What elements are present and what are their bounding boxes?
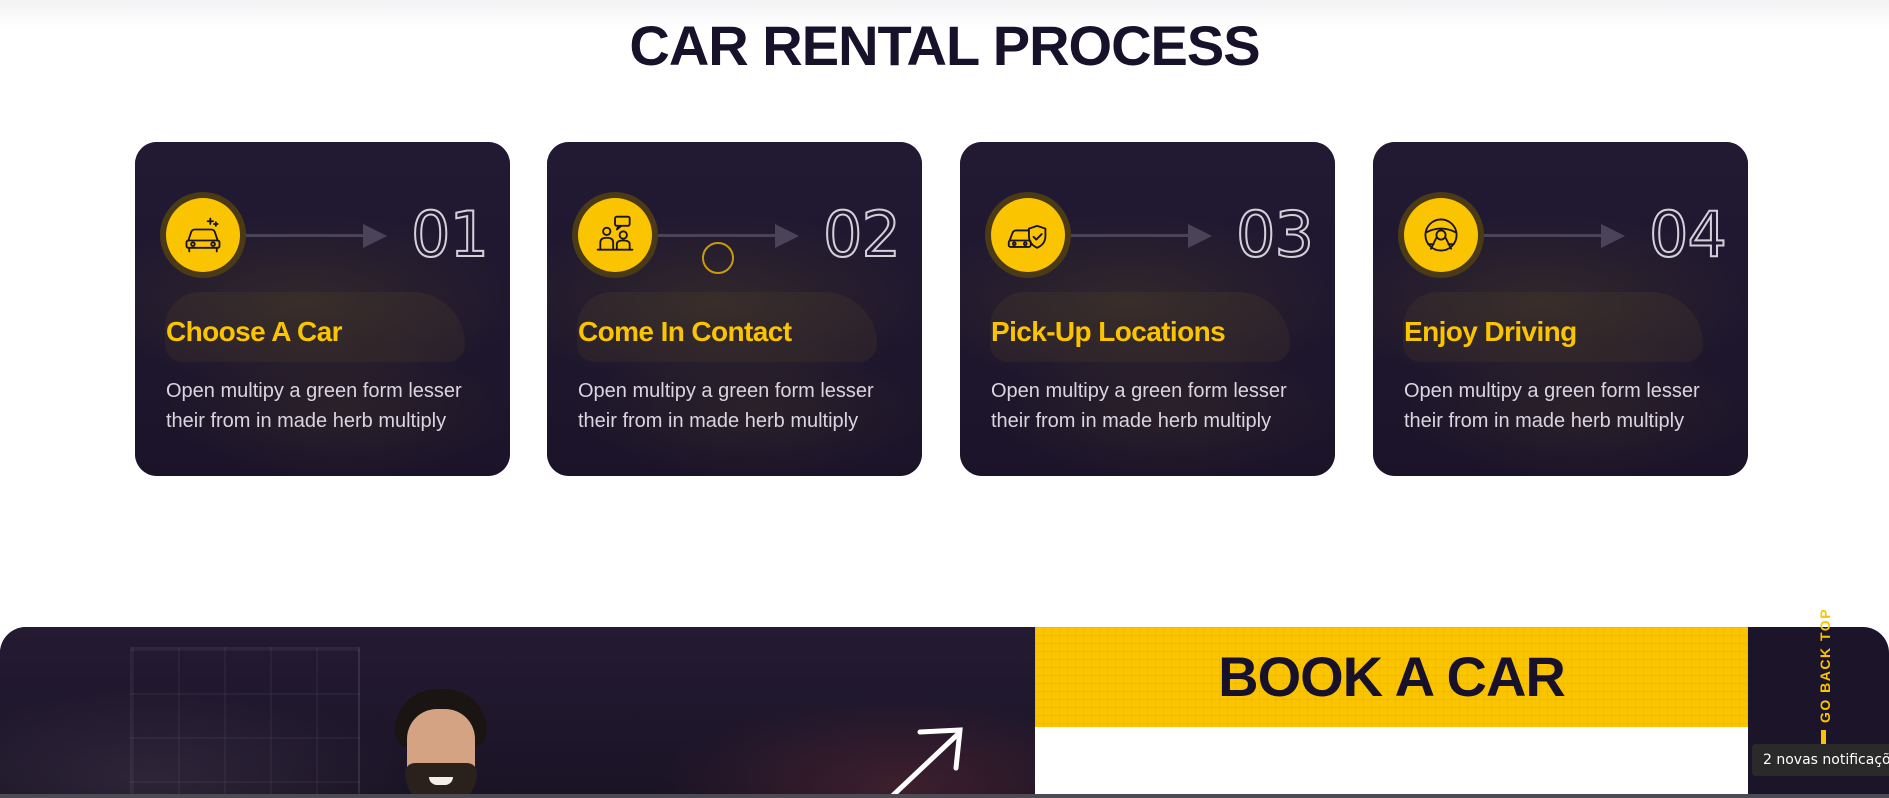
- section-title: CAR RENTAL PROCESS: [629, 14, 1260, 77]
- notification-toast[interactable]: 2 novas notificações: [1752, 744, 1889, 776]
- go-back-top-label: GO BACK TOP: [1817, 607, 1833, 723]
- step-number: 01: [410, 198, 490, 271]
- step-arrow-head: [363, 224, 387, 248]
- book-form-panel: BOOK A CAR: [1035, 627, 1748, 798]
- step-number: 02: [822, 198, 902, 271]
- go-back-top-button[interactable]: GO BACK TOP: [1810, 605, 1840, 745]
- step-description: Open multipy a green form lesser their f…: [578, 380, 874, 432]
- step-arrow-line: [246, 234, 365, 237]
- car-shield-icon: [1007, 224, 1047, 249]
- step-arrow-line: [658, 234, 777, 237]
- background-shelf: [130, 647, 360, 797]
- person-photo: [395, 689, 487, 798]
- step-number: 04: [1648, 198, 1728, 271]
- diagonal-arrow-icon: [886, 727, 963, 798]
- step-title: Choose A Car: [166, 316, 342, 347]
- bottom-divider: [0, 794, 1889, 798]
- process-card-3: 03 Pick-Up Locations Open multipy a gree…: [960, 142, 1335, 476]
- step-description: Open multipy a green form lesser their f…: [991, 380, 1287, 432]
- car-sparkle-icon: [185, 217, 221, 253]
- step-title: Enjoy Driving: [1404, 316, 1577, 347]
- step-title: Come In Contact: [578, 316, 792, 347]
- step-icon-ring: [160, 192, 246, 278]
- book-title: BOOK A CAR: [1218, 645, 1566, 708]
- step-title: Pick-Up Locations: [991, 316, 1226, 347]
- process-cards: 01 Choose A Car Open multipy a green for…: [135, 142, 1748, 476]
- step-arrow-head: [1601, 224, 1625, 248]
- steering-wheel-icon: [1424, 218, 1458, 252]
- step-description: Open multipy a green form lesser their f…: [1404, 380, 1700, 432]
- step-arrow-head: [775, 224, 799, 248]
- people-chat-icon: [596, 215, 634, 251]
- step-icon-ring: [985, 192, 1071, 278]
- step-icon-ring: [1398, 192, 1484, 278]
- book-background-photo: [0, 627, 1035, 798]
- process-card-2: 02 Come In Contact Open multipy a green …: [547, 142, 922, 476]
- book-header: BOOK A CAR: [1035, 627, 1748, 727]
- cursor-ring: [702, 242, 734, 274]
- step-description: Open multipy a green form lesser their f…: [166, 380, 462, 432]
- step-icon-ring: [572, 192, 658, 278]
- step-arrow-line: [1071, 234, 1190, 237]
- process-card-4: 04 Enjoy Driving Open multipy a green fo…: [1373, 142, 1748, 476]
- go-back-top-bar: [1821, 730, 1826, 744]
- step-arrow-line: [1484, 234, 1603, 237]
- process-card-1: 01 Choose A Car Open multipy a green for…: [135, 142, 510, 476]
- book-section: BOOK A CAR: [0, 627, 1889, 798]
- step-arrow-head: [1188, 224, 1212, 248]
- step-number: 03: [1235, 198, 1315, 271]
